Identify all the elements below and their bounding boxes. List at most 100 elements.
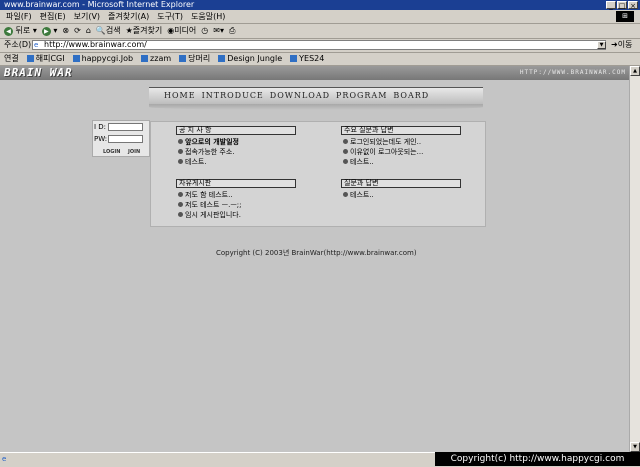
list-item[interactable]: 테스트..	[343, 190, 461, 200]
bullet-icon	[343, 159, 348, 164]
pw-input[interactable]	[108, 135, 143, 143]
nav-home[interactable]: HOME	[164, 91, 196, 101]
nav-board[interactable]: BOARD	[393, 91, 429, 101]
back-button[interactable]: ◀ 뒤로 ▾	[4, 26, 37, 36]
watermark: Copyright(c) http://www.happycgi.com	[435, 452, 640, 466]
link-item[interactable]: zzam	[141, 54, 171, 63]
list-item[interactable]: 저도 함 테스트..	[178, 190, 296, 200]
go-arrow-icon: ➜	[611, 40, 618, 49]
menu-view[interactable]: 보기(V)	[74, 12, 100, 21]
standard-toolbar: ◀ 뒤로 ▾ ▶ ▾ ⊗ ⟳ ⌂ 🔍검색 ★즐겨찾기 ◉미디어 ◷ ✉▾ ⎙	[0, 24, 640, 39]
media-label: 미디어	[174, 26, 197, 35]
address-input[interactable]: e http://www.brainwar.com/	[32, 40, 606, 50]
maximize-button[interactable]: □	[617, 1, 627, 10]
link-label: Design Jungle	[227, 54, 283, 63]
link-item[interactable]: YES24	[290, 54, 324, 63]
faq-title[interactable]: 주요 질문과 답변	[341, 126, 461, 135]
bullet-icon	[343, 149, 348, 154]
post-title: 테스트..	[350, 191, 374, 199]
post-title: 저도 테스트 ㅡ.ㅡ;;	[185, 201, 242, 209]
address-bar: 주소(D) e http://www.brainwar.com/ ▼ ➜이동	[0, 38, 640, 53]
link-page-icon	[141, 55, 149, 62]
notice-title[interactable]: 공 지 사 항	[176, 126, 296, 135]
site-copyright: Copyright (C) 2003년 BrainWar(http://www.…	[216, 249, 417, 257]
stop-icon[interactable]: ⊗	[62, 26, 69, 36]
ie-status-icon: e	[2, 455, 7, 463]
join-button[interactable]: JOIN	[128, 149, 140, 156]
list-item[interactable]: 로그인되었는데도 게인..	[343, 137, 461, 147]
link-label: YES24	[299, 54, 325, 63]
link-page-icon	[179, 55, 187, 62]
back-arrow-icon: ◀	[4, 27, 13, 36]
qna-title[interactable]: 질문과 답변	[341, 179, 461, 188]
history-icon[interactable]: ◷	[201, 26, 208, 36]
link-label: happycgi.Job	[81, 54, 134, 63]
bullet-icon	[178, 192, 183, 197]
links-label: 연결	[4, 54, 19, 63]
post-title: 로그인되었는데도 게인..	[350, 138, 422, 146]
list-item[interactable]: 접속가능한 주소.	[178, 147, 296, 157]
forward-arrow-icon: ▶	[41, 27, 51, 36]
links-bar: 연결 해피CGI happycgi.Job zzam 당머리 Design Ju…	[0, 52, 640, 66]
free-board-title[interactable]: 자유게시판	[176, 179, 296, 188]
nav-shadow	[149, 104, 483, 110]
media-button[interactable]: ◉미디어	[167, 26, 196, 36]
vertical-scrollbar[interactable]: ▲ ▼	[629, 66, 640, 452]
post-title: 테스트.	[185, 158, 207, 166]
login-button[interactable]: LOGIN	[103, 149, 120, 156]
address-url: http://www.brainwar.com/	[44, 40, 147, 49]
nav-program[interactable]: PROGRAM	[336, 91, 387, 101]
mail-icon[interactable]: ✉▾	[213, 26, 224, 36]
post-title: 저도 함 테스트..	[185, 191, 233, 199]
post-title: 앞으로의 개발일정	[185, 138, 239, 146]
list-item[interactable]: 테스트.	[178, 157, 296, 167]
menu-help[interactable]: 도움말(H)	[191, 12, 225, 21]
list-item[interactable]: 테스트..	[343, 157, 461, 167]
free-board-section: 자유게시판 저도 함 테스트.. 저도 테스트 ㅡ.ㅡ;; 임시 게시판입니다.	[176, 179, 296, 220]
favorites-button[interactable]: ★즐겨찾기	[126, 26, 163, 36]
id-input[interactable]	[108, 123, 143, 131]
address-dropdown-button[interactable]: ▼	[597, 41, 606, 49]
search-label: 검색	[105, 26, 121, 35]
ie-page-icon: e	[34, 41, 39, 49]
bullet-icon	[178, 159, 183, 164]
menu-bar: 파일(F) 편집(E) 보기(V) 즐겨찾기(A) 도구(T) 도움말(H)	[0, 10, 640, 24]
nav-download[interactable]: DOWNLOAD	[270, 91, 330, 101]
link-page-icon	[72, 55, 80, 62]
home-icon[interactable]: ⌂	[86, 26, 91, 36]
list-item[interactable]: 임시 게시판입니다.	[178, 210, 296, 220]
link-item[interactable]: 해피CGI	[26, 54, 65, 63]
post-title: 임시 게시판입니다.	[185, 211, 241, 219]
menu-file[interactable]: 파일(F)	[6, 12, 32, 21]
menu-edit[interactable]: 편집(E)	[40, 12, 66, 21]
menu-tools[interactable]: 도구(T)	[157, 12, 183, 21]
print-icon[interactable]: ⎙	[229, 26, 235, 36]
bullet-icon	[178, 202, 183, 207]
scroll-up-arrow-icon[interactable]: ▲	[630, 66, 640, 76]
list-item[interactable]: 이유없이 로그아웃되는...	[343, 147, 461, 157]
nav-introduce[interactable]: INTRODUCE	[202, 91, 264, 101]
menu-favorites[interactable]: 즐겨찾기(A)	[108, 12, 149, 21]
minimize-button[interactable]: _	[606, 1, 616, 10]
list-item[interactable]: 앞으로의 개발일정	[178, 137, 296, 147]
list-item[interactable]: 저도 테스트 ㅡ.ㅡ;;	[178, 200, 296, 210]
go-button[interactable]: ➜이동	[611, 40, 632, 50]
close-button[interactable]: ×	[628, 1, 638, 10]
address-label: 주소(D)	[4, 40, 32, 49]
site-nav: HOME INTRODUCE DOWNLOAD PROGRAM BOARD	[149, 87, 483, 105]
page-content: BRAIN WAR HTTP://WWW.BRAINWAR.COM HOME I…	[0, 66, 629, 452]
link-label: zzam	[150, 54, 172, 63]
scroll-down-arrow-icon[interactable]: ▼	[630, 442, 640, 452]
search-icon: 🔍	[95, 26, 106, 35]
link-item[interactable]: happycgi.Job	[72, 54, 134, 63]
login-box: I D: PW: LOGIN JOIN	[92, 120, 150, 157]
link-item[interactable]: Design Jungle	[218, 54, 282, 63]
search-button[interactable]: 🔍검색	[96, 26, 121, 36]
refresh-icon[interactable]: ⟳	[74, 26, 81, 36]
site-logo[interactable]: BRAIN WAR	[4, 67, 73, 79]
site-url: HTTP://WWW.BRAINWAR.COM	[519, 69, 626, 76]
link-item[interactable]: 당머리	[179, 54, 210, 63]
link-page-icon	[26, 55, 34, 62]
forward-button[interactable]: ▶ ▾	[41, 26, 57, 36]
go-label: 이동	[617, 40, 633, 49]
